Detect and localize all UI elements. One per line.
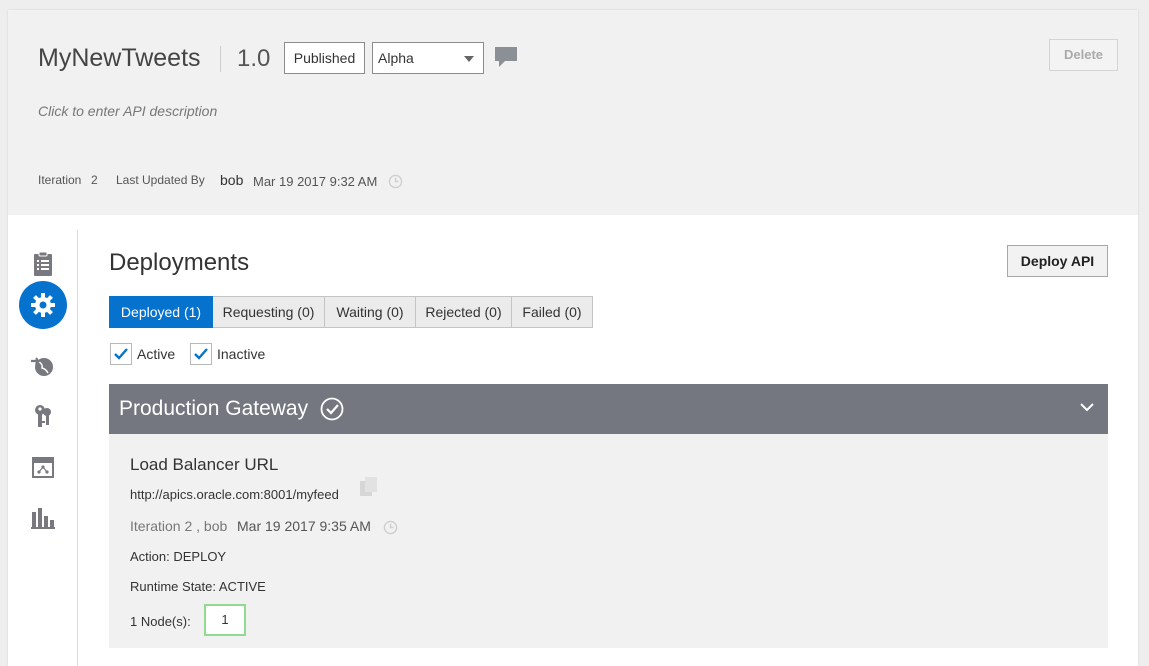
deployments-title: Deployments [109, 249, 250, 276]
api-page: MyNewTweets 1.0 Published Alpha Delete C… [8, 10, 1138, 666]
clock-icon [388, 174, 403, 189]
load-balancer-url: http://apics.oracle.com:8001/myfeed [130, 487, 339, 502]
tab-requesting[interactable]: Requesting (0) [213, 296, 325, 328]
title-divider [220, 46, 221, 72]
delete-button[interactable]: Delete [1049, 39, 1118, 71]
nodes-label: 1 Node(s): [130, 614, 191, 629]
gateway-details: Load Balancer URL http://apics.oracle.co… [109, 434, 1108, 648]
deployment-action: Action: DEPLOY [130, 549, 227, 564]
checkmark-icon [114, 348, 128, 360]
gateway-name: Production Gateway [119, 397, 309, 420]
comment-icon[interactable] [493, 45, 519, 69]
deployment-iteration: Iteration 2 , bob [130, 518, 228, 534]
inactive-filter-checkbox[interactable]: Inactive [190, 343, 265, 365]
api-header: MyNewTweets 1.0 Published Alpha Delete C… [8, 10, 1138, 215]
calendar-icon [32, 457, 54, 478]
active-filter-label: Active [137, 346, 176, 362]
tab-failed[interactable]: Failed (0) [512, 296, 593, 328]
runtime-state: Runtime State: ACTIVE [130, 579, 266, 594]
last-updated-user: bob [220, 172, 244, 188]
chevron-down-icon [464, 56, 474, 62]
tab-deployed[interactable]: Deployed (1) [109, 296, 213, 328]
version-state-value: Alpha [378, 50, 414, 66]
clock-icon [383, 520, 398, 535]
load-balancer-title: Load Balancer URL [130, 455, 279, 474]
sidebar-item-keys[interactable] [19, 392, 67, 440]
checkmark-icon [194, 348, 208, 360]
deploy-api-button[interactable]: Deploy API [1007, 245, 1108, 277]
iteration-value: 2 [91, 173, 98, 187]
check-circle-icon [320, 397, 344, 421]
deployment-status-tabs: Deployed (1) Requesting (0) Waiting (0) … [109, 296, 593, 328]
deployment-time: Mar 19 2017 9:35 AM [237, 518, 371, 534]
gateway-header[interactable]: Production Gateway [109, 384, 1108, 434]
tab-rejected[interactable]: Rejected (0) [416, 296, 512, 328]
analytics-icon [31, 508, 55, 529]
api-version: 1.0 [237, 45, 271, 72]
sidebar-item-calendar[interactable] [19, 443, 67, 491]
keys-icon [35, 405, 51, 427]
published-state-button[interactable]: Published [284, 42, 365, 74]
settings-gear-icon [31, 293, 55, 317]
iteration-label: Iteration [38, 173, 82, 187]
api-description-placeholder[interactable]: Click to enter API description [38, 103, 217, 119]
inactive-checkbox-box[interactable] [190, 343, 212, 365]
sidebar-item-deployments[interactable] [19, 281, 67, 329]
sidebar-item-analytics[interactable] [19, 494, 67, 542]
nodes-count-input[interactable]: 1 [204, 604, 246, 636]
copy-icon[interactable] [359, 476, 379, 498]
last-updated-label: Last Updated By [116, 173, 205, 187]
active-checkbox-box[interactable] [110, 343, 132, 365]
api-name[interactable]: MyNewTweets [38, 44, 201, 73]
tab-waiting[interactable]: Waiting (0) [325, 296, 416, 328]
version-state-select[interactable]: Alpha [372, 42, 484, 74]
sidebar-item-publish[interactable] [19, 342, 67, 390]
publish-globe-icon [31, 357, 53, 376]
last-updated-time: Mar 19 2017 9:32 AM [253, 174, 378, 189]
inactive-filter-label: Inactive [217, 346, 266, 362]
api-sidebar [8, 230, 78, 666]
active-filter-checkbox[interactable]: Active [110, 343, 175, 365]
chevron-down-icon[interactable] [1080, 402, 1094, 412]
api-overview-icon [34, 251, 52, 276]
